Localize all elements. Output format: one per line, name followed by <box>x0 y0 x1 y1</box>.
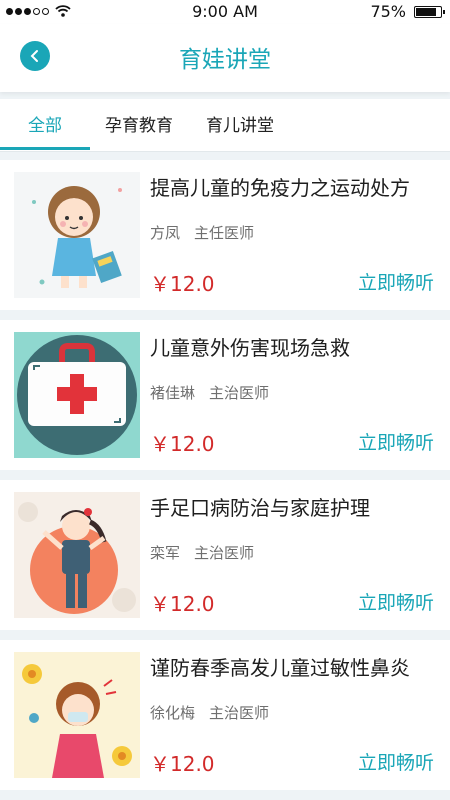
battery-icon <box>414 6 445 18</box>
course-title[interactable]: 提高儿童的免疫力之运动处方 <box>150 172 410 201</box>
tab-bar: 全部 孕育教育 育儿讲堂 <box>0 99 450 152</box>
doctor-name: 褚佳琳 <box>150 384 196 402</box>
course-thumbnail <box>14 492 140 618</box>
doctor-title: 主治医师 <box>209 704 270 722</box>
tab-pregnancy-education[interactable]: 孕育教育 <box>105 111 173 136</box>
course-price: ￥12.0 <box>150 752 215 776</box>
page-title: 育娃讲堂 <box>179 47 271 73</box>
doctor-info: 栾军 主治医师 <box>150 542 268 563</box>
course-thumbnail <box>14 332 140 458</box>
course-price: ￥12.0 <box>150 432 215 456</box>
course-price: ￥12.0 <box>150 592 215 616</box>
nav-bar: 育娃讲堂 <box>0 24 450 92</box>
doctor-info: 褚佳琳 主治医师 <box>150 382 283 403</box>
course-title[interactable]: 手足口病防治与家庭护理 <box>150 492 370 521</box>
course-card[interactable]: 谨防春季高发儿童过敏性鼻炎 徐化梅 主治医师 ￥12.0 立即畅听 <box>0 640 450 790</box>
course-card[interactable]: 手足口病防治与家庭护理 栾军 主治医师 ￥12.0 立即畅听 <box>0 480 450 630</box>
course-price: ￥12.0 <box>150 272 215 296</box>
doctor-info: 方凤 主任医师 <box>150 222 268 243</box>
course-thumbnail <box>14 652 140 778</box>
course-title[interactable]: 谨防春季高发儿童过敏性鼻炎 <box>150 652 410 681</box>
doctor-title: 主任医师 <box>194 224 255 242</box>
listen-now-button[interactable]: 立即畅听 <box>358 428 434 455</box>
tab-parenting-lectures[interactable]: 育儿讲堂 <box>206 111 274 136</box>
course-card[interactable]: 儿童意外伤害现场急救 褚佳琳 主治医师 ￥12.0 立即畅听 <box>0 320 450 470</box>
doctor-name: 栾军 <box>150 544 181 562</box>
listen-now-button[interactable]: 立即畅听 <box>358 588 434 615</box>
course-title[interactable]: 儿童意外伤害现场急救 <box>150 332 350 361</box>
course-card[interactable]: 提高儿童的免疫力之运动处方 方凤 主任医师 ￥12.0 立即畅听 <box>0 160 450 310</box>
battery-percent: 75% <box>370 2 406 21</box>
doctor-info: 徐化梅 主治医师 <box>150 702 283 723</box>
doctor-name: 方凤 <box>150 224 181 242</box>
tab-all[interactable]: 全部 <box>28 111 62 136</box>
doctor-title: 主治医师 <box>194 544 255 562</box>
listen-now-button[interactable]: 立即畅听 <box>358 268 434 295</box>
doctor-title: 主治医师 <box>209 384 270 402</box>
listen-now-button[interactable]: 立即畅听 <box>358 748 434 775</box>
status-bar: 9:00 AM 75% <box>0 0 450 24</box>
active-tab-indicator <box>0 147 90 150</box>
doctor-name: 徐化梅 <box>150 704 196 722</box>
course-thumbnail <box>14 172 140 298</box>
